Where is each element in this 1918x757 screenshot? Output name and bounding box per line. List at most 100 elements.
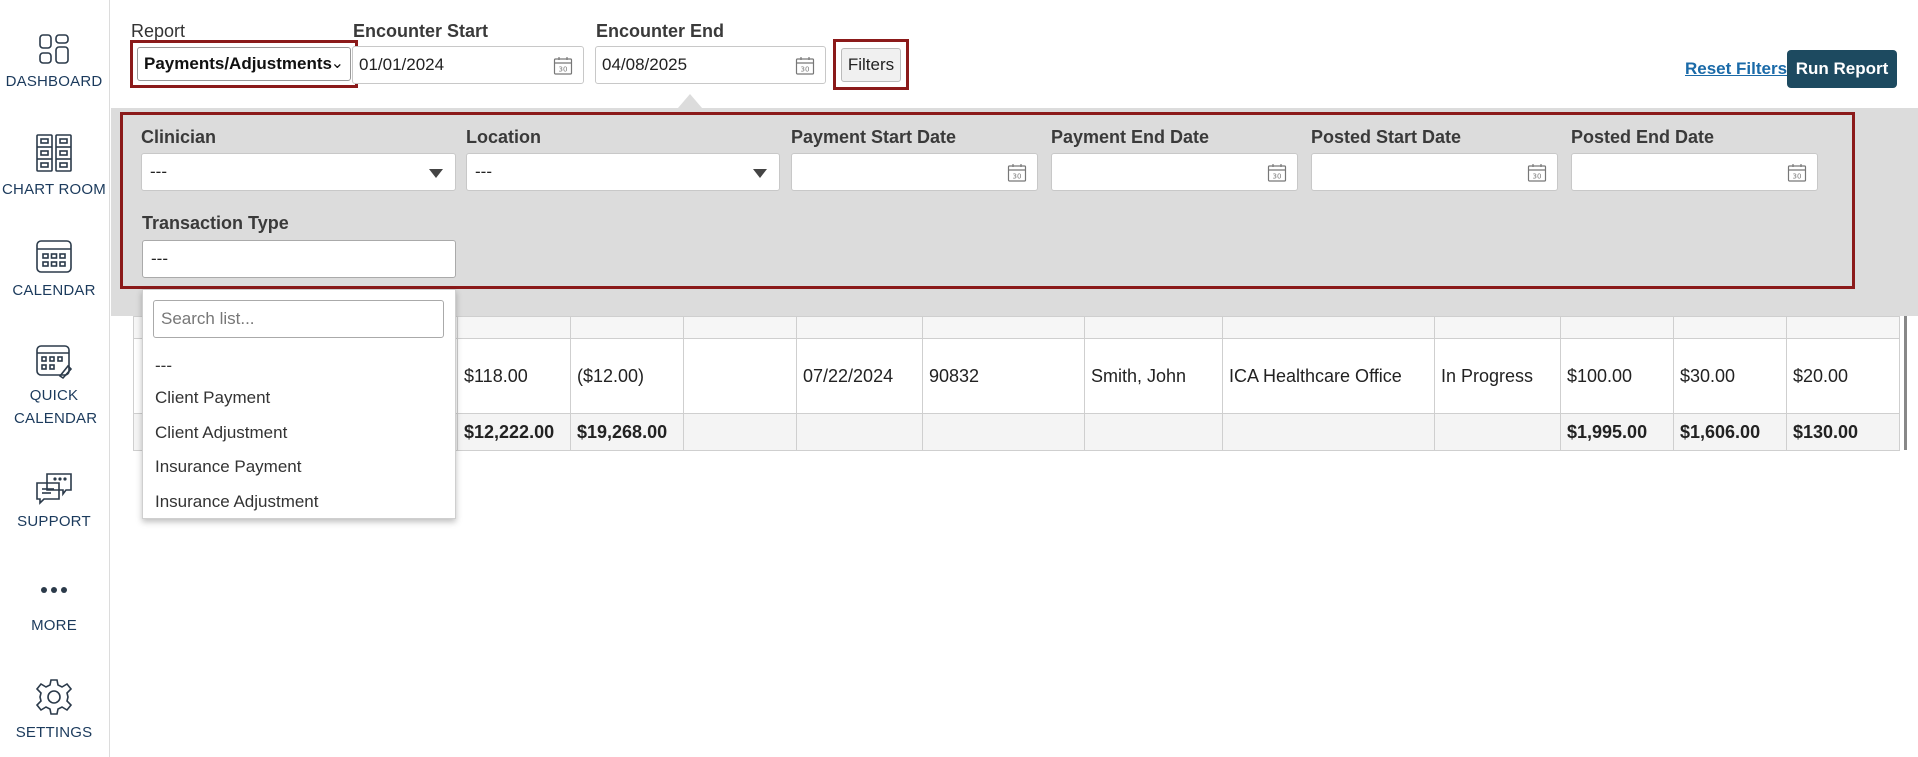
location-select[interactable]: --- (466, 153, 780, 191)
nav-calendar[interactable]: CALENDAR (0, 237, 108, 302)
dropdown-search-placeholder: Search list... (161, 309, 255, 328)
nav-more[interactable]: MORE (0, 578, 108, 637)
nav-calendar-label: CALENDAR (12, 282, 96, 299)
table-cell: Smith, John (1084, 338, 1223, 414)
report-select[interactable]: Payments/Adjustments ⌄ (137, 47, 351, 81)
table-cell: ($12.00) (570, 338, 684, 414)
svg-text:30: 30 (1273, 173, 1282, 181)
table-cell: ICA Healthcare Office (1222, 338, 1435, 414)
table-cell: $100.00 (1560, 338, 1674, 414)
encounter-end-input[interactable]: 04/08/2025 30 (595, 46, 826, 84)
nav-chart-room-label: CHART ROOM (2, 181, 106, 198)
svg-text:30: 30 (1533, 173, 1542, 181)
encounter-start-input[interactable]: 01/01/2024 30 (352, 46, 584, 84)
nav-support-label: SUPPORT (17, 513, 91, 530)
report-label: Report (131, 21, 186, 41)
report-select-highlight: Payments/Adjustments ⌄ (130, 40, 358, 88)
transaction-type-select[interactable]: --- (142, 240, 456, 278)
nav-dashboard-label: DASHBOARD (5, 73, 103, 90)
calendar-icon (36, 240, 72, 273)
transaction-type-select-value: --- (151, 249, 168, 268)
table-cell (1084, 413, 1223, 451)
quick-calendar-icon (36, 345, 73, 380)
table-cell (796, 413, 923, 451)
dropdown-arrow-icon (429, 169, 443, 178)
table-cell (683, 413, 797, 451)
dashboard-icon (39, 34, 69, 64)
clinician-select-value: --- (150, 162, 167, 181)
file-cabinet-icon (36, 134, 72, 172)
svg-text:30: 30 (1793, 173, 1802, 181)
dropdown-search-input[interactable]: Search list... (153, 300, 444, 338)
posted-start-label: Posted Start Date (1311, 127, 1462, 147)
dropdown-option[interactable]: Insurance Adjustment (155, 492, 318, 512)
table-cell: $30.00 (1673, 338, 1787, 414)
table-cell (922, 413, 1085, 451)
dropdown-option[interactable]: Client Payment (155, 388, 270, 408)
filters-button[interactable]: Filters (841, 48, 901, 82)
encounter-end-label: Encounter End (596, 21, 725, 41)
table-cell: In Progress (1434, 338, 1561, 414)
transaction-type-label: Transaction Type (142, 213, 289, 233)
transaction-type-dropdown: Search list... --- Client Payment Client… (142, 289, 456, 519)
table-cell (1222, 413, 1435, 451)
nav-quick-calendar[interactable]: QUICK CALENDAR (0, 342, 108, 430)
chevron-down-icon: ⌄ (330, 55, 344, 72)
table-cell: $1,606.00 (1673, 413, 1787, 451)
dropdown-option[interactable]: Insurance Payment (155, 457, 301, 477)
nav-settings[interactable]: SETTINGS (0, 677, 108, 744)
encounter-end-value: 04/08/2025 (602, 55, 688, 74)
table-scrollbar[interactable] (1904, 316, 1907, 450)
nav-more-label: MORE (31, 617, 77, 634)
table-cell: $12,222.00 (457, 413, 571, 451)
calendar-picker-icon[interactable]: 30 (795, 56, 815, 76)
calendar-picker-icon[interactable]: 30 (553, 56, 573, 76)
calendar-picker-icon[interactable]: 30 (1007, 163, 1027, 183)
dropdown-option[interactable]: --- (155, 356, 172, 376)
ellipsis-icon (41, 587, 67, 593)
table-cell: $1,995.00 (1560, 413, 1674, 451)
dropdown-option[interactable]: Client Adjustment (155, 423, 287, 443)
table-cell: 90832 (922, 338, 1085, 414)
payment-end-input[interactable]: 30 (1051, 153, 1298, 191)
table-cell: $20.00 (1786, 338, 1900, 414)
clinician-select[interactable]: --- (141, 153, 456, 191)
payment-end-label: Payment End Date (1051, 127, 1210, 147)
svg-text:30: 30 (559, 66, 568, 74)
filters-panel-pointer (678, 94, 702, 108)
posted-start-input[interactable]: 30 (1311, 153, 1558, 191)
dropdown-arrow-icon (753, 169, 767, 178)
encounter-start-value: 01/01/2024 (359, 55, 445, 74)
filters-button-highlight: Filters (833, 39, 909, 90)
gear-icon (35, 679, 73, 715)
location-label: Location (466, 127, 541, 147)
nav-chart-room[interactable]: CHART ROOM (0, 132, 108, 201)
nav-dashboard[interactable]: DASHBOARD (0, 32, 108, 93)
svg-text:30: 30 (1013, 173, 1022, 181)
encounter-start-label: Encounter Start (353, 21, 489, 41)
nav-quick-calendar-label: QUICK CALENDAR (14, 387, 98, 427)
posted-end-label: Posted End Date (1571, 127, 1715, 147)
sidebar: DASHBOARD CHART ROOM CALENDAR QUICK CALE… (0, 0, 110, 757)
table-cell (1434, 413, 1561, 451)
report-select-value: Payments/Adjustments (144, 54, 332, 73)
clinician-label: Clinician (141, 127, 217, 147)
nav-support[interactable]: SUPPORT (0, 470, 108, 533)
chat-bubbles-icon (36, 473, 72, 505)
posted-end-input[interactable]: 30 (1571, 153, 1818, 191)
calendar-picker-icon[interactable]: 30 (1267, 163, 1287, 183)
nav-settings-label: SETTINGS (15, 724, 93, 741)
svg-text:30: 30 (801, 66, 810, 74)
reset-filters-link[interactable]: Reset Filters (1685, 59, 1787, 79)
calendar-picker-icon[interactable]: 30 (1527, 163, 1547, 183)
table-cell: $130.00 (1786, 413, 1900, 451)
calendar-picker-icon[interactable]: 30 (1787, 163, 1807, 183)
run-report-button[interactable]: Run Report (1787, 50, 1897, 88)
table-cell: $118.00 (457, 338, 571, 414)
table-cell: $19,268.00 (570, 413, 684, 451)
table-cell: 07/22/2024 (796, 338, 923, 414)
table-cell (683, 338, 797, 414)
location-select-value: --- (475, 162, 492, 181)
payment-start-input[interactable]: 30 (791, 153, 1038, 191)
report-toolbar: Report Payments/Adjustments ⌄ Encounter … (111, 0, 1918, 108)
